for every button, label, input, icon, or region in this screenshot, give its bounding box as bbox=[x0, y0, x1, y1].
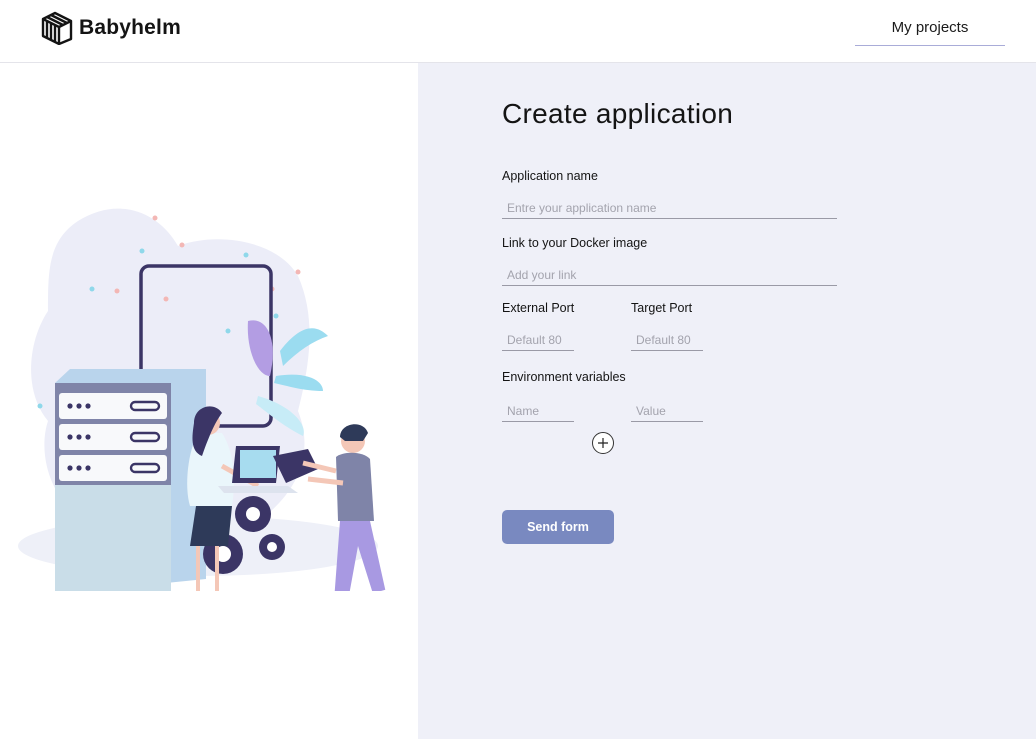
target-port-label: Target Port bbox=[631, 301, 693, 315]
external-port-label: External Port bbox=[502, 301, 575, 315]
nav-my-projects[interactable]: My projects bbox=[855, 16, 1005, 46]
babyhelm-logo-icon bbox=[41, 11, 73, 45]
send-form-button[interactable]: Send form bbox=[502, 510, 614, 544]
form-pane: Create application Application name Link… bbox=[418, 63, 1036, 739]
external-port-input[interactable] bbox=[502, 329, 574, 351]
target-port-input[interactable] bbox=[631, 329, 703, 351]
illustration-pane bbox=[0, 63, 418, 739]
app-name-input[interactable] bbox=[502, 197, 837, 219]
server-illustration bbox=[18, 208, 389, 591]
env-value-input[interactable] bbox=[631, 400, 703, 422]
app-header: Babyhelm My projects bbox=[0, 0, 1036, 63]
page-title: Create application bbox=[502, 98, 734, 129]
app-name-label: Application name bbox=[502, 169, 598, 183]
docker-link-label: Link to your Docker image bbox=[502, 236, 648, 250]
brand-name: Babyhelm bbox=[79, 16, 181, 39]
brand-logo[interactable]: Babyhelm bbox=[41, 11, 181, 45]
plus-icon bbox=[598, 438, 608, 448]
docker-link-input[interactable] bbox=[502, 264, 837, 286]
env-name-input[interactable] bbox=[502, 400, 574, 422]
env-vars-label: Environment variables bbox=[502, 370, 626, 384]
add-env-var-button[interactable] bbox=[592, 432, 614, 454]
